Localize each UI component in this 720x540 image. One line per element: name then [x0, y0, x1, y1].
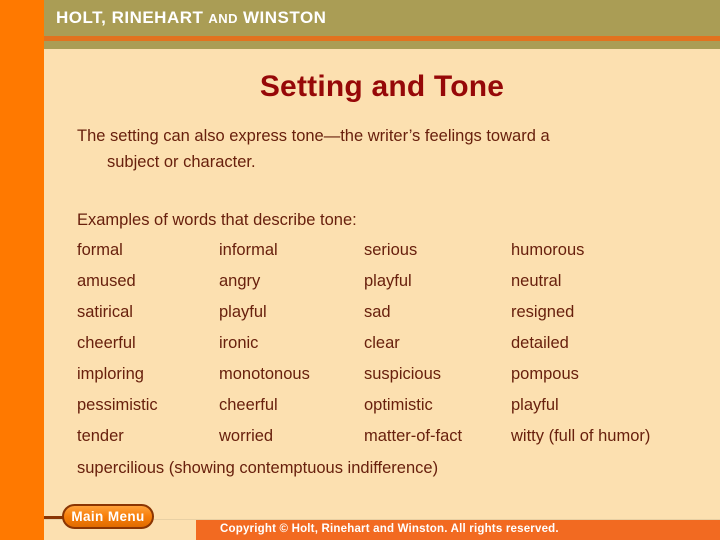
page-title: Setting and Tone: [259, 70, 505, 103]
supercilious-note: supercilious (showing contemptuous indif…: [77, 459, 439, 477]
tone-word: formal: [77, 241, 123, 259]
tone-word: playful: [219, 303, 267, 321]
tone-word: angry: [219, 272, 261, 290]
tone-word: detailed: [511, 334, 569, 352]
examples-heading: Examples of words that describe tone:: [77, 211, 357, 229]
copyright-text: Copyright © Holt, Rinehart and Winston. …: [220, 523, 559, 535]
tone-word: resigned: [511, 303, 575, 321]
left-accent-bar: [0, 0, 44, 540]
intro-line-2: subject or character.: [107, 153, 256, 171]
tone-word: cheerful: [77, 334, 136, 352]
brand-conjunction-text: AND: [208, 11, 239, 26]
tone-word: humorous: [511, 241, 585, 259]
tone-word: cheerful: [219, 396, 278, 414]
publisher-logo: HOLT, RINEHART AND WINSTON: [56, 9, 326, 27]
tone-word: matter-of-fact: [364, 427, 463, 445]
tone-word: monotonous: [219, 365, 310, 383]
intro-line-1: The setting can also express tone—the wr…: [77, 127, 550, 145]
table-row: cheerful ironic clear detailed: [77, 334, 720, 365]
table-row: formal informal serious humorous: [77, 241, 720, 272]
intro-paragraph: The setting can also express tone—the wr…: [77, 123, 677, 175]
tone-word: pessimistic: [77, 396, 158, 414]
tone-word: optimistic: [364, 396, 433, 414]
tone-word: sad: [364, 303, 391, 321]
table-row: tender worried matter-of-fact witty (full o…: [77, 427, 720, 458]
tone-word: imploring: [77, 365, 144, 383]
tone-word: pompous: [511, 365, 579, 383]
table-row: satirical playful sad resigned: [77, 303, 720, 334]
tone-word: ironic: [219, 334, 259, 352]
table-row: pessimistic cheerful optimistic playful: [77, 396, 720, 427]
tone-word: neutral: [511, 272, 562, 290]
brand-primary-text: HOLT, RINEHART: [56, 8, 204, 27]
tone-word: worried: [219, 427, 274, 445]
copyright-bar: Copyright © Holt, Rinehart and Winston. …: [196, 520, 720, 540]
tone-word: informal: [219, 241, 278, 259]
tone-word: witty (full of humor): [511, 427, 651, 445]
tone-word: serious: [364, 241, 418, 259]
presentation-slide: HOLT, RINEHART AND WINSTON Setting and T…: [0, 0, 720, 540]
tone-word: tender: [77, 427, 124, 445]
tone-word-grid: formal informal serious humorous amused angr…: [77, 241, 720, 458]
table-row: imploring monotonous suspicious pompous: [77, 365, 720, 396]
brand-secondary-text: WINSTON: [242, 8, 327, 27]
tone-word: clear: [364, 334, 400, 352]
slide-content-area: Setting and Tone The setting can also ex…: [44, 49, 720, 519]
tone-word: satirical: [77, 303, 133, 321]
tone-word: amused: [77, 272, 136, 290]
header-band-lower: [44, 41, 720, 49]
tone-word: playful: [364, 272, 412, 290]
table-row: amused angry playful neutral: [77, 272, 720, 303]
tone-word: playful: [511, 396, 559, 414]
tone-word: suspicious: [364, 365, 442, 383]
main-menu-button[interactable]: Main Menu: [62, 504, 154, 529]
